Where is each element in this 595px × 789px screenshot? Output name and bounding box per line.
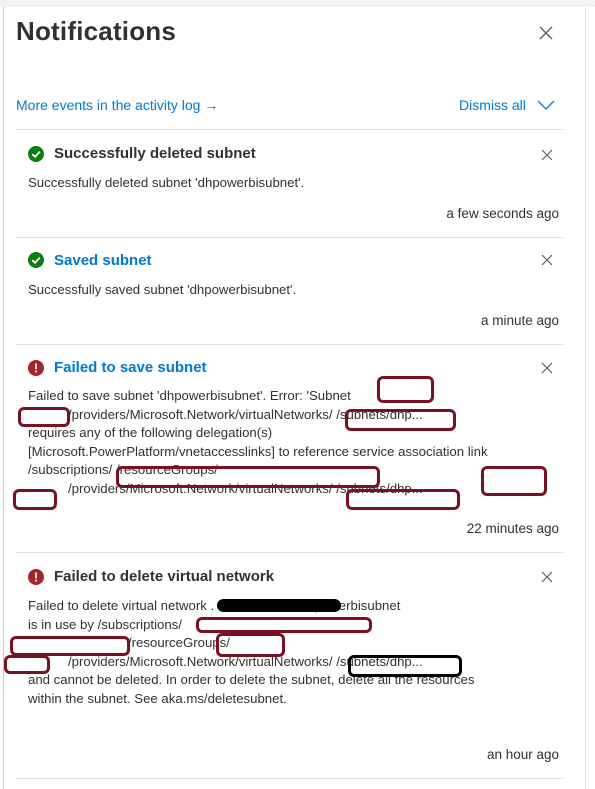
notification-title: Failed to delete virtual network xyxy=(54,568,275,585)
close-icon xyxy=(541,149,553,161)
redaction-mark xyxy=(216,633,285,657)
redaction-mark xyxy=(217,599,341,612)
redaction-mark xyxy=(18,407,70,427)
body-line: Successfully deleted subnet 'dhpowerbisu… xyxy=(28,175,305,190)
check-circle-icon xyxy=(28,252,44,268)
expand-menu-button[interactable] xyxy=(536,98,556,112)
error-circle-icon xyxy=(28,569,44,585)
body-line: [Microsoft.PowerPlatform/vnetaccesslinks… xyxy=(28,443,488,459)
redaction-mark xyxy=(345,409,456,431)
divider xyxy=(16,778,563,779)
chevron-down-icon xyxy=(537,100,555,110)
body-line: Successfully saved subnet 'dhpowerbisubn… xyxy=(28,282,297,297)
redaction-mark xyxy=(10,636,130,656)
close-icon xyxy=(541,362,553,374)
body-line: within the subnet. See aka.ms/deletesubn… xyxy=(28,690,287,706)
panel-right-border xyxy=(585,7,586,789)
body-line: Failed to save subnet 'dhpowerbisubnet'.… xyxy=(28,388,351,403)
notification-body: Successfully deleted subnet 'dhpowerbisu… xyxy=(28,174,559,193)
redaction-mark xyxy=(116,466,380,488)
error-circle-icon xyxy=(28,360,44,376)
body-line: requires any of the following delegation… xyxy=(28,425,273,441)
notification-title[interactable]: Saved subnet xyxy=(54,252,152,269)
dismiss-all-button[interactable]: Dismiss all xyxy=(459,97,526,113)
redaction-mark xyxy=(13,489,57,510)
notification-body: Successfully saved subnet 'dhpowerbisubn… xyxy=(28,281,559,300)
dismiss-notification-button[interactable] xyxy=(540,148,554,162)
body-line: and cannot be deleted. In order to delet… xyxy=(28,672,475,688)
notification-item[interactable]: Saved subnet Successfully saved subnet '… xyxy=(16,238,563,344)
close-icon xyxy=(539,26,553,40)
body-line: /providers/Microsoft.Network/virtualNetw… xyxy=(68,406,423,422)
notification-title: Successfully deleted subnet xyxy=(54,145,256,162)
notification-time: an hour ago xyxy=(486,747,559,762)
close-icon xyxy=(541,571,553,583)
close-panel-button[interactable] xyxy=(537,24,555,42)
redaction-mark xyxy=(346,489,460,510)
redaction-mark xyxy=(196,617,372,633)
notification-item[interactable]: Failed to save subnet Failed to save sub… xyxy=(16,345,563,552)
notification-title[interactable]: Failed to save subnet xyxy=(54,359,207,376)
panel-left-border xyxy=(3,7,4,789)
top-bar xyxy=(0,0,595,7)
dismiss-notification-button[interactable] xyxy=(540,570,554,584)
notification-time: a few seconds ago xyxy=(446,206,559,221)
redaction-mark xyxy=(377,376,434,403)
dismiss-notification-button[interactable] xyxy=(540,253,554,267)
notification-time: 22 minutes ago xyxy=(466,521,559,536)
redaction-mark xyxy=(4,655,50,674)
dismiss-notification-button[interactable] xyxy=(540,361,554,375)
close-icon xyxy=(541,254,553,266)
panel-title: Notifications xyxy=(16,16,177,46)
notification-time: a minute ago xyxy=(480,313,559,328)
redaction-mark xyxy=(348,655,462,677)
notification-item[interactable]: Failed to delete virtual network Failed … xyxy=(16,553,563,778)
notifications-panel: Notifications More events in the activit… xyxy=(0,0,595,789)
redaction-mark xyxy=(481,466,547,496)
check-circle-icon xyxy=(28,146,44,162)
notification-item[interactable]: Successfully deleted subnet Successfully… xyxy=(16,130,563,237)
activity-log-link[interactable]: More events in the activity log → xyxy=(16,97,218,113)
